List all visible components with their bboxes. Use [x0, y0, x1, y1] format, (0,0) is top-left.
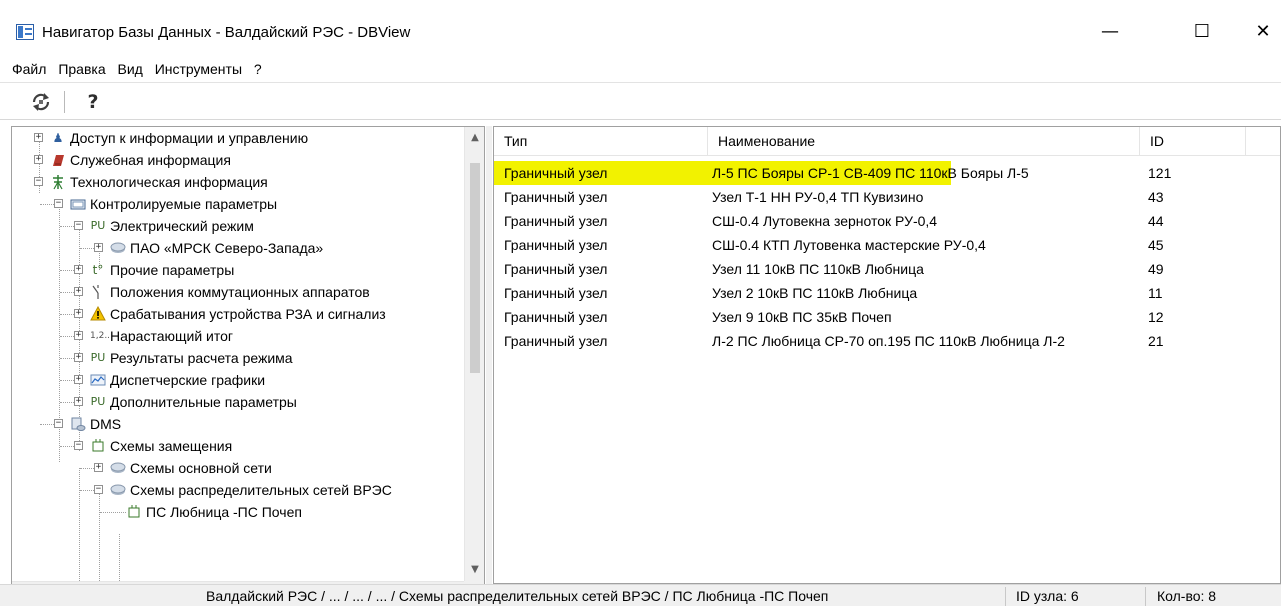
expand-toggle[interactable]: + [74, 375, 83, 384]
expand-toggle[interactable]: + [94, 463, 103, 472]
expand-toggle[interactable]: + [74, 397, 83, 406]
collapse-toggle[interactable]: − [74, 441, 83, 450]
collapse-toggle[interactable]: − [74, 221, 83, 230]
window-title: Навигатор Базы Данных - Валдайский РЭС -… [42, 24, 411, 41]
database-icon [110, 460, 126, 476]
menu-view[interactable]: Вид [114, 58, 147, 80]
tree-node-label: Доступ к информации и управлению [70, 130, 309, 146]
menu-edit[interactable]: Правка [54, 58, 109, 80]
status-bar: Валдайский РЭС / ... / ... / ... / Схемы… [0, 584, 1281, 606]
tree-node-label: Результаты расчета режима [110, 350, 293, 366]
collapse-toggle[interactable]: − [34, 177, 43, 186]
minimize-button[interactable]: — [1087, 14, 1133, 50]
column-header-id[interactable]: ID [1140, 127, 1246, 156]
chart-icon [90, 372, 106, 388]
table-row[interactable]: Граничный узел Узел 2 10кВ ПС 110кВ Любн… [494, 281, 1280, 305]
scheme-icon [90, 438, 106, 454]
column-header-name[interactable]: Наименование [708, 127, 1140, 156]
tree-vertical-scrollbar[interactable]: ▲ ▼ [464, 127, 484, 581]
collapse-toggle[interactable]: − [94, 485, 103, 494]
column-header-type[interactable]: Тип [494, 127, 708, 156]
scroll-up-arrow[interactable]: ▲ [465, 129, 484, 147]
scroll-thumb[interactable] [470, 163, 480, 373]
pu-icon: PU [90, 351, 106, 364]
tree-node-label: Дополнительные параметры [110, 394, 297, 410]
app-icon [16, 24, 34, 40]
menu-bar: Файл Правка Вид Инструменты ? [0, 58, 266, 80]
database-icon [110, 482, 126, 498]
list-header: Тип Наименование ID [494, 127, 1280, 156]
scheme-icon [126, 504, 142, 520]
toolbar-separator [64, 91, 65, 113]
expand-toggle[interactable]: + [74, 265, 83, 274]
tree-node-label: ПАО «МРСК Северо-Запада» [130, 240, 324, 256]
panel-splitter[interactable] [486, 126, 492, 606]
temperature-icon: t° [92, 263, 104, 277]
title-bar: Навигатор Базы Данных - Валдайский РЭС -… [0, 0, 1281, 52]
expand-toggle[interactable]: + [74, 353, 83, 362]
node-list[interactable]: Тип Наименование ID Граничный узел Л-5 П… [493, 126, 1281, 584]
maximize-button[interactable]: ☐ [1179, 14, 1225, 50]
table-row[interactable]: Граничный узел Л-5 ПС Бояры СР-1 СВ-409 … [494, 161, 1171, 185]
switch-icon [90, 284, 106, 300]
tree-node-label: Технологическая информация [70, 174, 268, 190]
expand-toggle[interactable]: + [34, 133, 43, 142]
tree-node-label: Электрический режим [110, 218, 254, 234]
menu-help[interactable]: ? [250, 58, 266, 80]
collapse-toggle[interactable]: − [54, 199, 63, 208]
menu-tools[interactable]: Инструменты [151, 58, 246, 80]
meter-icon [70, 196, 86, 212]
expand-toggle[interactable]: + [34, 155, 43, 164]
tree-node-label: Схемы распределительных сетей ВРЭС [130, 482, 392, 498]
pu-icon: PU [90, 219, 106, 232]
table-row[interactable]: Граничный узел СШ-0.4 КТП Лутовенка маст… [494, 233, 1280, 257]
status-path: Валдайский РЭС / ... / ... / ... / Схемы… [206, 588, 829, 604]
user-icon: ♟ [52, 131, 64, 145]
tree-node-label: Контролируемые параметры [90, 196, 278, 212]
help-button[interactable]: ? [80, 89, 106, 115]
collapse-toggle[interactable]: − [54, 419, 63, 428]
close-button[interactable]: ✕ [1240, 14, 1281, 50]
expand-toggle[interactable]: + [74, 309, 83, 318]
navigation-tree[interactable]: + ♟ Доступ к информации и управлению + С… [11, 126, 485, 604]
tree-node-label: Нарастающий итог [110, 328, 234, 344]
status-node-id: ID узла: 6 [1016, 588, 1079, 604]
tree-node-label: ПС Любница -ПС Почеп [146, 504, 302, 520]
tree-node-label: Схемы замещения [110, 438, 233, 454]
book-icon [50, 152, 66, 168]
status-count: Кол-во: 8 [1157, 588, 1217, 604]
tree-node-label: Диспетчерские графики [110, 372, 266, 388]
expand-toggle[interactable]: + [74, 331, 83, 340]
dms-icon [70, 416, 86, 432]
tree-node-label: DMS [90, 416, 122, 432]
table-row[interactable]: Граничный узел Узел 11 10кВ ПС 110кВ Люб… [494, 257, 1280, 281]
toolbar: ? [0, 82, 1281, 120]
tree-node-label: Служебная информация [70, 152, 231, 168]
warning-icon [90, 305, 106, 322]
tree-node-label: Положения коммутационных аппаратов [110, 284, 370, 300]
pu-icon: PU [90, 395, 106, 408]
tree-node-label: Срабатывания устройства РЗА и сигнализ [110, 306, 386, 322]
tower-icon [50, 174, 66, 190]
database-icon [110, 240, 126, 256]
table-row[interactable]: Граничный узел Узел 9 10кВ ПС 35кВ Почеп… [494, 305, 1280, 329]
refresh-button[interactable] [28, 89, 54, 115]
expand-toggle[interactable]: + [94, 243, 103, 252]
tree-node-label: Схемы основной сети [130, 460, 272, 476]
expand-toggle[interactable]: + [74, 287, 83, 296]
refresh-icon [32, 93, 50, 111]
table-row[interactable]: Граничный узел Л-2 ПС Любница СР-70 оп.1… [494, 329, 1280, 353]
scroll-down-arrow[interactable]: ▼ [465, 561, 484, 579]
status-divider [1145, 587, 1146, 606]
sequence-icon: 1,2.. [90, 331, 111, 341]
status-divider [1005, 587, 1006, 606]
table-row[interactable]: Граничный узел СШ-0.4 Лутовекна зерноток… [494, 209, 1280, 233]
menu-file[interactable]: Файл [0, 58, 50, 80]
tree-node-label: Прочие параметры [110, 262, 235, 278]
tree-content: + ♟ Доступ к информации и управлению + С… [12, 127, 464, 581]
table-row[interactable]: Граничный узел Узел Т-1 НН РУ-0,4 ТП Кув… [494, 185, 1280, 209]
